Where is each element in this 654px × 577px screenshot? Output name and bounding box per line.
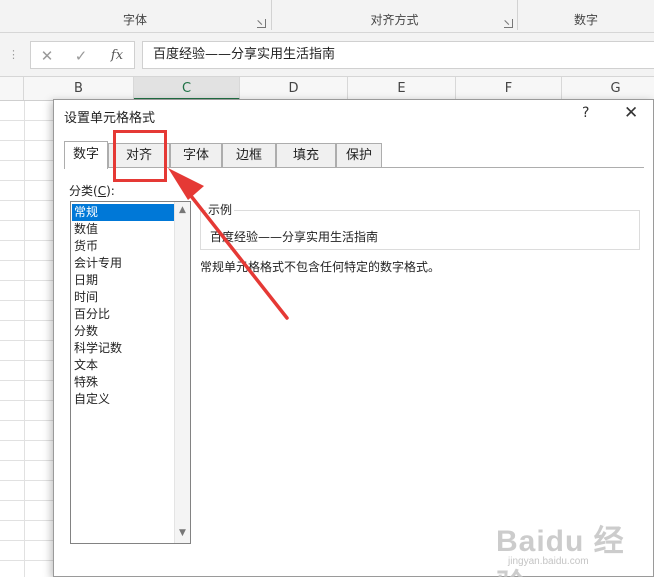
tab-border[interactable]: 边框 [222,143,276,168]
column-header-b[interactable]: B [24,77,134,100]
sample-value: 百度经验——分享实用生活指南 [210,230,379,244]
confirm-entry-icon[interactable]: ✓ [69,46,93,66]
formula-buttons: ✕ ✓ fx [30,41,135,69]
ribbon-group-font-label: 字体 [122,13,147,27]
scroll-up-icon[interactable]: ▲ [175,205,190,215]
column-header-f[interactable]: F [456,77,562,100]
watermark-logo: Baidu 经验 [496,525,625,577]
formula-bar: ⋮ ✕ ✓ fx 百度经验——分享实用生活指南 [0,33,654,77]
ribbon-group-alignment: 对齐方式 [272,0,517,33]
watermark-url: jingyan.baidu.com [508,556,589,567]
tab-fill[interactable]: 填充 [276,143,336,168]
baidu-jingyan-watermark: Baidu 经验 jingyan.baidu.com [496,516,646,577]
close-icon[interactable]: ✕ [624,103,638,123]
list-item[interactable]: 自定义 [72,391,174,408]
dialog-title: 设置单元格格式 [64,111,156,126]
list-item[interactable]: 文本 [72,357,174,374]
cancel-entry-icon[interactable]: ✕ [35,46,59,66]
formula-bar-grip-icon[interactable]: ⋮ [8,48,19,61]
list-item[interactable]: 时间 [72,289,174,306]
tab-number[interactable]: 数字 [64,141,108,169]
column-header-g[interactable]: G [562,77,654,100]
ribbon-group-font: 字体 [0,0,270,33]
list-item[interactable]: 科学记数 [72,340,174,357]
sample-label: 示例 [206,201,235,218]
select-all-corner[interactable] [0,77,24,100]
list-item[interactable]: 特殊 [72,374,174,391]
list-item[interactable]: 日期 [72,272,174,289]
category-hotkey: C [97,184,107,198]
format-description: 常规单元格格式不包含任何特定的数字格式。 [200,260,441,274]
list-item[interactable]: 数值 [72,221,174,238]
column-header-d[interactable]: D [240,77,348,100]
ribbon-group-labels: 字体 对齐方式 数字 [0,0,654,33]
category-label: 分类(C): [69,184,115,198]
ribbon-group-number-label: 数字 [573,13,598,27]
list-item[interactable]: 货币 [72,238,174,255]
column-headers: B C D E F G [0,77,654,101]
font-dialog-launcher-icon[interactable] [257,19,266,28]
ribbon-group-number: 数字 [518,0,654,33]
ribbon-group-alignment-label: 对齐方式 [370,13,419,27]
list-item[interactable]: 百分比 [72,306,174,323]
formula-input[interactable]: 百度经验——分享实用生活指南 [142,41,654,69]
category-scrollbar[interactable]: ▲ ▼ [174,202,190,543]
tab-font[interactable]: 字体 [170,143,222,168]
insert-function-icon[interactable]: fx [105,46,129,66]
category-list[interactable]: 常规 数值 货币 会计专用 日期 时间 百分比 分数 科学记数 文本 特殊 自定… [70,201,191,544]
column-header-c[interactable]: C [134,77,240,100]
alignment-dialog-launcher-icon[interactable] [504,19,513,28]
help-icon[interactable]: ? [582,105,589,121]
highlight-box [113,130,167,182]
list-item[interactable]: 分数 [72,323,174,340]
list-item[interactable]: 常规 [72,204,174,221]
tab-protection[interactable]: 保护 [336,143,382,168]
column-header-e[interactable]: E [348,77,456,100]
scroll-down-icon[interactable]: ▼ [175,528,190,538]
list-item[interactable]: 会计专用 [72,255,174,272]
